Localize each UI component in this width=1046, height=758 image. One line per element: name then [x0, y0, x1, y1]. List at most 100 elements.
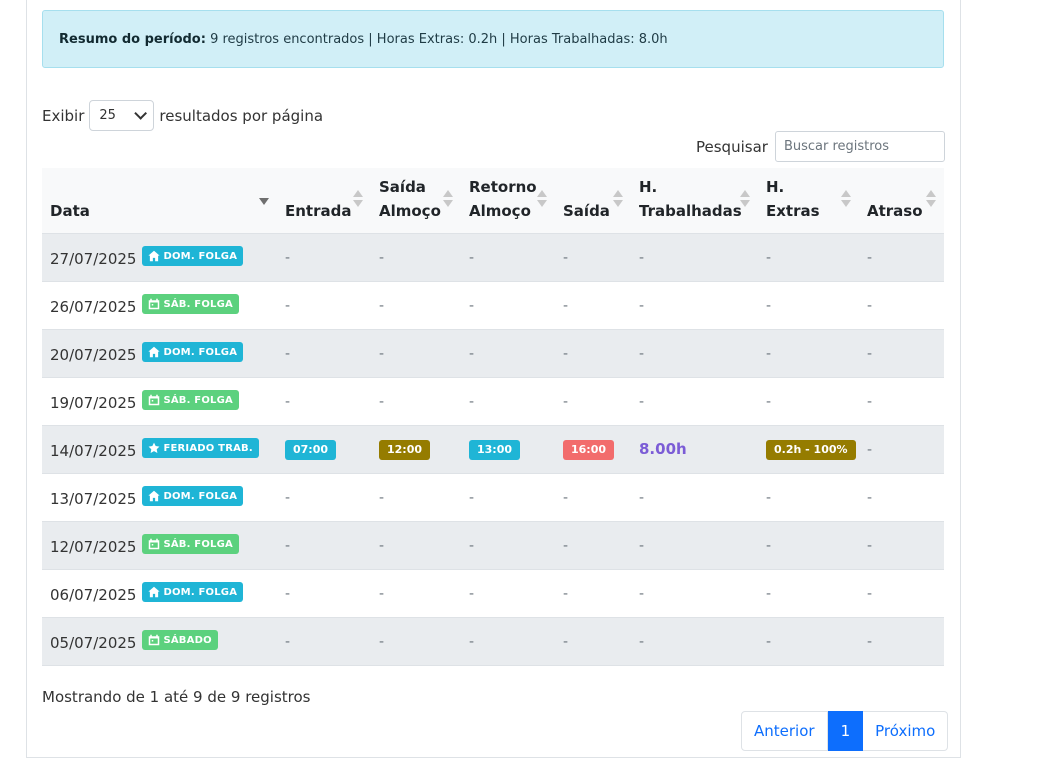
empty-value: -	[766, 538, 772, 554]
column-header-line: Data	[50, 201, 90, 220]
cell-entrada: -	[277, 473, 371, 522]
cell-saida: -	[555, 473, 631, 522]
summary-label: Resumo do período:	[59, 32, 206, 47]
empty-value: -	[563, 490, 569, 506]
empty-value: -	[469, 538, 475, 554]
search-input[interactable]	[774, 131, 945, 162]
previous-page-button[interactable]: Anterior	[741, 711, 828, 751]
table-info: Mostrando de 1 até 9 de 9 registros	[42, 688, 311, 706]
column-header-entrada[interactable]: Entrada	[277, 168, 371, 234]
empty-value: -	[285, 634, 291, 650]
page-length-select[interactable]: 25	[89, 100, 155, 131]
sort-icon	[841, 190, 851, 210]
cell-h-trabalhadas: 8.00h	[631, 425, 758, 474]
column-header-line: Entrada	[285, 201, 352, 220]
table-row: 05/07/2025 SÁBADO - - - - - - -	[42, 617, 944, 666]
day-type-badge: DOM. FOLGA	[142, 246, 244, 266]
cell-saida: -	[555, 569, 631, 618]
empty-value: -	[469, 634, 475, 650]
table-row: 06/07/2025 DOM. FOLGA - - - - - - -	[42, 569, 944, 618]
cell-retorno-almoco: -	[461, 617, 555, 666]
table-row: 19/07/2025 SÁB. FOLGA - - - - - - -	[42, 377, 944, 426]
day-type-label: SÁB. FOLGA	[163, 394, 233, 406]
next-page-button[interactable]: Próximo	[863, 711, 949, 751]
calendar-icon	[148, 538, 163, 550]
empty-value: -	[285, 346, 291, 362]
empty-value: -	[285, 250, 291, 266]
day-type-badge: SÁBADO	[142, 630, 218, 650]
cell-retorno-almoco: 13:00	[461, 425, 555, 474]
calendar-icon	[148, 394, 163, 406]
empty-value: -	[867, 634, 873, 650]
empty-value: -	[285, 394, 291, 410]
day-type-label: DOM. FOLGA	[163, 490, 238, 502]
day-type-badge: DOM. FOLGA	[142, 582, 244, 602]
cell-saida: -	[555, 329, 631, 378]
sort-icon	[537, 190, 547, 210]
home-icon	[148, 586, 163, 598]
table-row: 13/07/2025 DOM. FOLGA - - - - - - -	[42, 473, 944, 522]
cell-h-extras: -	[758, 329, 859, 378]
column-header-saida[interactable]: Saída	[555, 168, 631, 234]
column-header-h-trabalhadas[interactable]: H. Trabalhadas	[631, 168, 758, 234]
cell-saida-almoco: -	[371, 329, 461, 378]
column-header-retorno-almoco[interactable]: Retorno Almoço	[461, 168, 555, 234]
home-icon	[148, 490, 163, 502]
day-type-label: FERIADO TRAB.	[163, 442, 253, 454]
empty-value: -	[563, 634, 569, 650]
empty-value: -	[563, 250, 569, 266]
column-header-line: H.	[639, 177, 658, 196]
empty-value: -	[285, 490, 291, 506]
cell-atraso: -	[859, 377, 944, 426]
empty-value: -	[867, 586, 873, 602]
empty-value: -	[379, 634, 385, 650]
search-label: Pesquisar	[696, 137, 768, 156]
search-control: Pesquisar	[696, 131, 945, 162]
empty-value: -	[639, 538, 645, 554]
day-type-badge: DOM. FOLGA	[142, 486, 244, 506]
page-length-control: Exibir 25 resultados por página	[42, 100, 323, 131]
date-text: 06/07/2025	[50, 586, 137, 604]
empty-value: -	[867, 250, 873, 266]
day-type-label: DOM. FOLGA	[163, 250, 238, 262]
column-header-h-extras[interactable]: H. Extras	[758, 168, 859, 234]
column-header-line: Almoço	[379, 201, 441, 220]
sort-icon	[259, 188, 269, 208]
cell-entrada: -	[277, 617, 371, 666]
empty-value: -	[766, 586, 772, 602]
summary-text: 9 registros encontrados | Horas Extras: …	[205, 32, 668, 47]
cell-retorno-almoco: -	[461, 377, 555, 426]
cell-atraso: -	[859, 281, 944, 330]
cell-saida: -	[555, 521, 631, 570]
empty-value: -	[867, 394, 873, 410]
column-header-data[interactable]: Data	[42, 168, 277, 234]
empty-value: -	[469, 346, 475, 362]
empty-value: -	[563, 538, 569, 554]
cell-saida-almoco: -	[371, 233, 461, 282]
cell-saida: -	[555, 617, 631, 666]
cell-entrada: -	[277, 377, 371, 426]
cell-atraso: -	[859, 425, 944, 474]
date-cell: 06/07/2025 DOM. FOLGA	[42, 569, 277, 618]
cell-saida-almoco: -	[371, 281, 461, 330]
empty-value: -	[867, 346, 873, 362]
empty-value: -	[379, 490, 385, 506]
cell-retorno-almoco: -	[461, 473, 555, 522]
cell-entrada: 07:00	[277, 425, 371, 474]
table-row: 14/07/2025 FERIADO TRAB. 07:00 12:00 13:00 16…	[42, 425, 944, 474]
empty-value: -	[563, 394, 569, 410]
sort-icon	[613, 190, 623, 210]
column-header-atraso[interactable]: Atraso	[859, 168, 944, 234]
day-type-label: DOM. FOLGA	[163, 586, 238, 598]
page-1-button[interactable]: 1	[827, 711, 864, 751]
table-header-row: Data Entrada Saída Almoço Retorno Almoço Saída…	[42, 168, 944, 234]
empty-value: -	[285, 298, 291, 314]
cell-atraso: -	[859, 233, 944, 282]
cell-retorno-almoco: -	[461, 281, 555, 330]
day-type-label: SÁBADO	[163, 634, 212, 646]
cell-h-extras: -	[758, 569, 859, 618]
cell-h-trabalhadas: -	[631, 329, 758, 378]
cell-h-trabalhadas: -	[631, 281, 758, 330]
pagination: Anterior 1 Próximo	[741, 711, 949, 751]
column-header-saida-almoco[interactable]: Saída Almoço	[371, 168, 461, 234]
